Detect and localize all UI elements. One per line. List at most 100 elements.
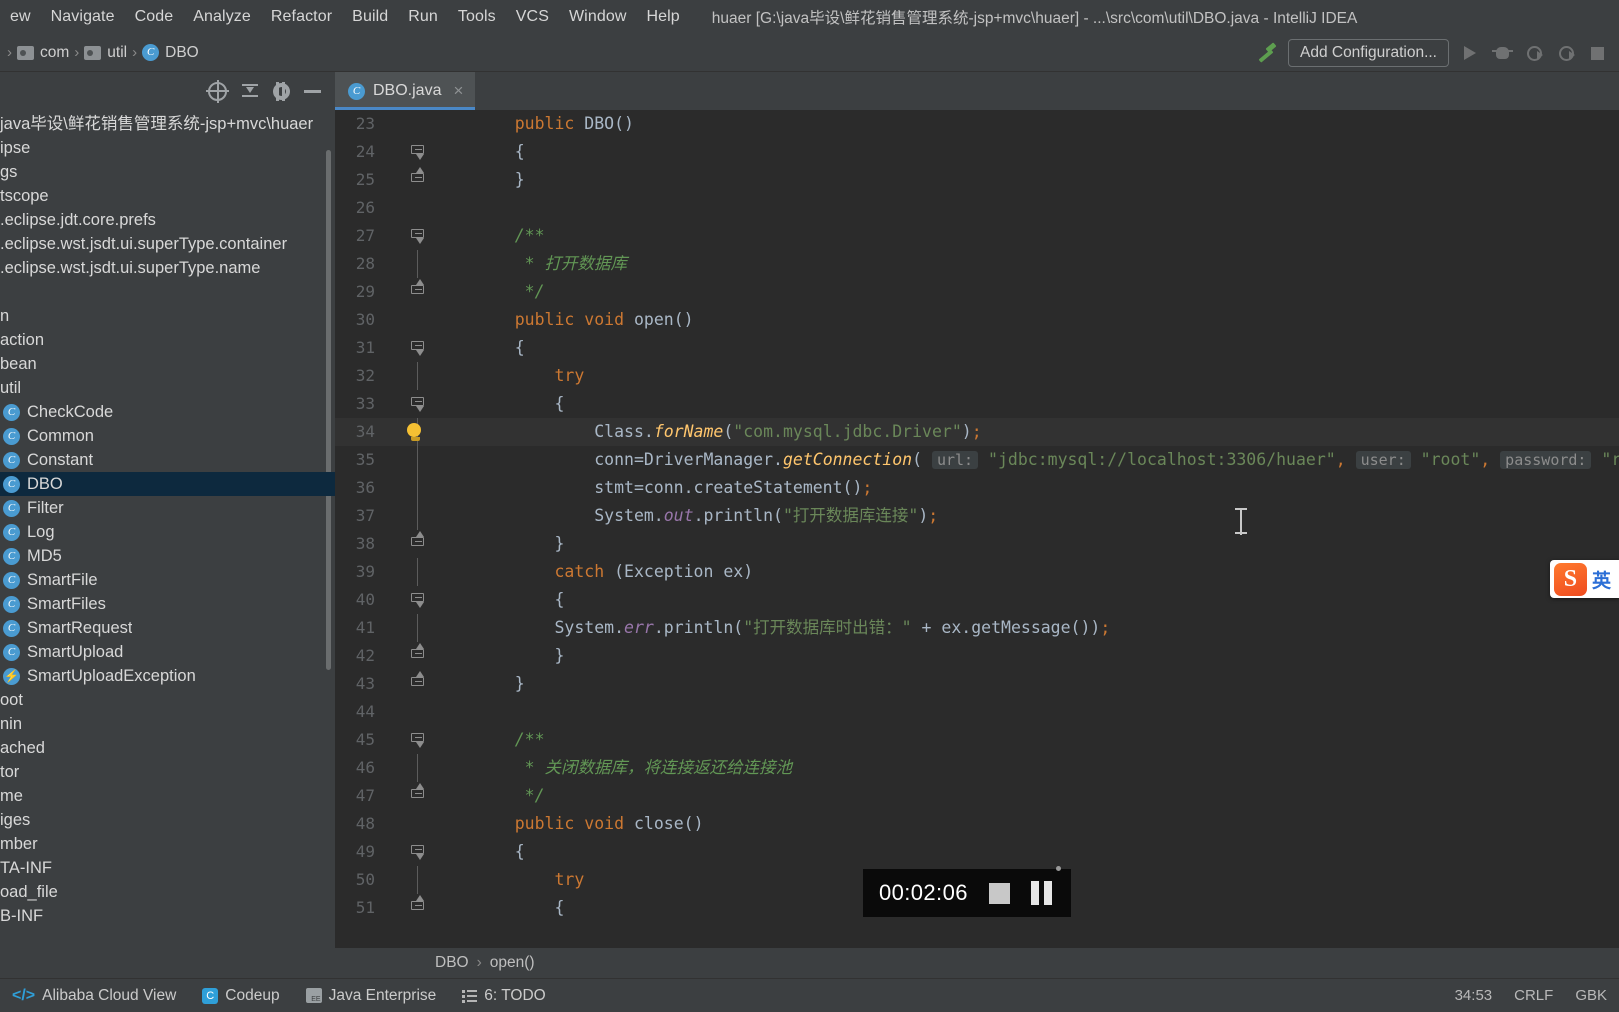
code-line[interactable]: 42 } — [335, 642, 1619, 670]
menu-item-vcs[interactable]: VCS — [506, 6, 559, 28]
menu-item-refactor[interactable]: Refactor — [261, 6, 342, 28]
menu-item-run[interactable]: Run — [398, 6, 448, 28]
file-encoding[interactable]: GBK — [1575, 987, 1607, 1004]
editor-breadcrumb-method[interactable]: open() — [490, 954, 535, 972]
code-line[interactable]: 39 catch (Exception ex) — [335, 558, 1619, 586]
code-line[interactable]: 23 public DBO() — [335, 110, 1619, 138]
add-configuration-button[interactable]: Add Configuration... — [1287, 38, 1449, 67]
menu-item-navigate[interactable]: Navigate — [41, 6, 125, 28]
fold-open-icon[interactable] — [411, 145, 424, 160]
run-icon[interactable] — [1459, 42, 1481, 64]
fold-end-icon[interactable] — [411, 279, 424, 298]
stop-icon[interactable] — [988, 882, 1010, 904]
editor-gutter[interactable] — [383, 390, 461, 418]
editor-gutter[interactable] — [383, 530, 461, 558]
tree-item[interactable]: mber — [0, 832, 335, 856]
fold-end-icon[interactable] — [411, 783, 424, 802]
tree-item[interactable]: bean — [0, 352, 335, 376]
editor-gutter[interactable] — [383, 642, 461, 670]
fold-end-icon[interactable] — [411, 671, 424, 690]
tree-item[interactable]: oot — [0, 688, 335, 712]
menu-item-tools[interactable]: Tools — [448, 6, 506, 28]
tree-item[interactable]: .eclipse.wst.jsdt.ui.superType.container — [0, 232, 335, 256]
fold-end-icon[interactable] — [411, 531, 424, 550]
editor-gutter[interactable] — [383, 474, 461, 502]
tree-item[interactable]: util — [0, 376, 335, 400]
tree-item-checkcode[interactable]: C CheckCode — [0, 400, 335, 424]
fold-open-icon[interactable] — [411, 229, 424, 244]
tree-item-smartupload[interactable]: C SmartUpload — [0, 640, 335, 664]
tree-item[interactable]: .eclipse.wst.jsdt.ui.superType.name — [0, 256, 335, 280]
code-line[interactable]: 41 System.err.println("打开数据库时出错：" + ex.g… — [335, 614, 1619, 642]
fold-open-icon[interactable] — [411, 593, 424, 608]
editor-gutter[interactable] — [383, 782, 461, 810]
fold-open-icon[interactable] — [411, 341, 424, 356]
locate-icon[interactable] — [206, 79, 229, 103]
tree-item-common[interactable]: C Common — [0, 424, 335, 448]
tree-item-constant[interactable]: C Constant — [0, 448, 335, 472]
code-line[interactable]: 28 * 打开数据库 — [335, 250, 1619, 278]
editor-gutter[interactable] — [383, 698, 461, 726]
editor-breadcrumb-class[interactable]: DBO — [435, 954, 469, 972]
code-line[interactable]: 46 * 关闭数据库，将连接返还给连接池 — [335, 754, 1619, 782]
editor-gutter[interactable] — [383, 166, 461, 194]
editor-gutter[interactable] — [383, 306, 461, 334]
fold-open-icon[interactable] — [411, 733, 424, 748]
editor-gutter[interactable] — [383, 586, 461, 614]
editor-gutter[interactable] — [383, 810, 461, 838]
tree-item-dbo[interactable]: C DBO — [0, 472, 335, 496]
tree-item-root[interactable]: java毕设\鲜花销售管理系统-jsp+mvc\huaer — [0, 112, 335, 136]
tree-item[interactable]: oad_file — [0, 880, 335, 904]
profile-icon[interactable] — [1555, 42, 1577, 64]
screen-recorder-widget[interactable]: 00:02:06 — [863, 866, 1071, 917]
tree-item-smartuploadexception[interactable]: ⚡ SmartUploadException — [0, 664, 335, 688]
code-line[interactable]: 29 */ — [335, 278, 1619, 306]
run-coverage-icon[interactable] — [1523, 42, 1545, 64]
code-line[interactable]: 25 } — [335, 166, 1619, 194]
fold-end-icon[interactable] — [411, 167, 424, 186]
status-item-todo[interactable]: 6: TODO — [462, 987, 546, 1005]
debug-icon[interactable] — [1491, 42, 1513, 64]
status-item-codeup[interactable]: C Codeup — [202, 987, 280, 1005]
code-line[interactable]: 26 — [335, 194, 1619, 222]
code-line[interactable]: 45 /** — [335, 726, 1619, 754]
breadcrumb-item-dbo[interactable]: C DBO — [142, 44, 199, 62]
menu-item-build[interactable]: Build — [342, 6, 398, 28]
code-line[interactable]: 27 /** — [335, 222, 1619, 250]
code-line[interactable]: 30 public void open() — [335, 306, 1619, 334]
fold-end-icon[interactable] — [411, 895, 424, 914]
editor-gutter[interactable] — [383, 362, 461, 390]
editor-gutter[interactable] — [383, 334, 461, 362]
caret-position[interactable]: 34:53 — [1455, 987, 1493, 1004]
editor-gutter[interactable] — [383, 278, 461, 306]
editor-gutter[interactable] — [383, 838, 461, 866]
editor-gutter[interactable] — [383, 110, 461, 138]
fold-open-icon[interactable] — [411, 845, 424, 860]
editor-gutter[interactable] — [383, 726, 461, 754]
tree-item[interactable]: TA-INF — [0, 856, 335, 880]
tree-item-smartfile[interactable]: C SmartFile — [0, 568, 335, 592]
editor-gutter[interactable] — [383, 446, 461, 474]
breadcrumb-item-com[interactable]: com — [17, 44, 69, 62]
tree-item-smartrequest[interactable]: C SmartRequest — [0, 616, 335, 640]
sogou-ime-indicator[interactable]: S 英 — [1549, 560, 1619, 598]
tree-item[interactable]: gs — [0, 160, 335, 184]
fold-end-icon[interactable] — [411, 643, 424, 662]
tree-item[interactable]: B-INF — [0, 904, 335, 928]
code-line[interactable]: 36 stmt=conn.createStatement(); — [335, 474, 1619, 502]
breadcrumb-item-util[interactable]: util — [84, 44, 127, 62]
menu-item-code[interactable]: Code — [125, 6, 184, 28]
editor-gutter[interactable] — [383, 558, 461, 586]
editor-gutter[interactable] — [383, 418, 461, 446]
fold-open-icon[interactable] — [411, 397, 424, 412]
code-line[interactable]: 49 { — [335, 838, 1619, 866]
menu-item-view[interactable]: ew — [0, 6, 41, 28]
collapse-all-icon[interactable] — [241, 82, 259, 100]
code-line[interactable]: 48 public void close() — [335, 810, 1619, 838]
tree-item[interactable]: ipse — [0, 136, 335, 160]
tree-item[interactable]: n — [0, 304, 335, 328]
status-item-java-enterprise[interactable]: Java Enterprise — [305, 987, 436, 1005]
ime-mode-label[interactable]: 英 — [1590, 566, 1619, 593]
code-line[interactable]: 37 System.out.println("打开数据库连接"); — [335, 502, 1619, 530]
tree-item-smartfiles[interactable]: C SmartFiles — [0, 592, 335, 616]
